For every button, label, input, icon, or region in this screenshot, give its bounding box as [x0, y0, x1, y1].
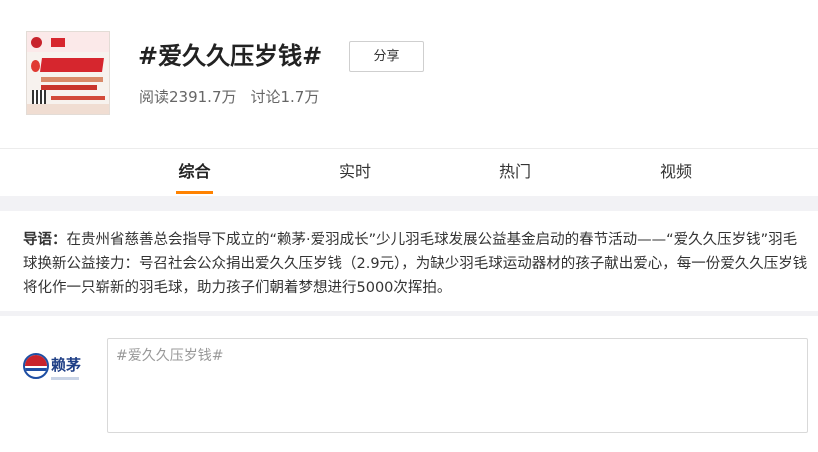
topic-header: #爱久久压岁钱# 分享 阅读2391.7万 讨论1.7万 综合 实时 热门 视频: [0, 0, 818, 196]
lantern-icon: [31, 60, 40, 72]
tab-hot[interactable]: 热门: [497, 160, 533, 190]
topic-title: #爱久久压岁钱#: [138, 42, 323, 70]
intro-label: 导语：: [23, 232, 67, 248]
read-count: 阅读2391.7万: [139, 88, 237, 106]
avatar[interactable]: 赖茅: [23, 351, 81, 385]
header-divider: [0, 148, 818, 149]
topic-stats: 阅读2391.7万 讨论1.7万: [139, 85, 333, 109]
intro-text: 在贵州省慈善总会指导下成立的“赖茅·爱羽成长”少儿羽毛球发展公益基金启动的春节活…: [23, 232, 808, 296]
active-tab-indicator: [176, 191, 213, 194]
share-button[interactable]: 分享: [349, 41, 424, 72]
topic-cover-image[interactable]: [26, 31, 110, 115]
brand-emblem-icon: [23, 353, 49, 379]
post-input[interactable]: #爱久久压岁钱#: [107, 338, 808, 433]
avatar-brand-name: 赖茅: [51, 356, 82, 374]
discussion-count: 讨论1.7万: [250, 88, 320, 106]
tab-realtime[interactable]: 实时: [337, 160, 373, 190]
brand-logo-icon: [31, 37, 42, 48]
tab-video[interactable]: 视频: [658, 160, 694, 190]
tab-comprehensive[interactable]: 综合: [176, 160, 213, 190]
topic-intro: 导语：在贵州省慈善总会指导下成立的“赖茅·爱羽成长”少儿羽毛球发展公益基金启动的…: [0, 211, 818, 311]
